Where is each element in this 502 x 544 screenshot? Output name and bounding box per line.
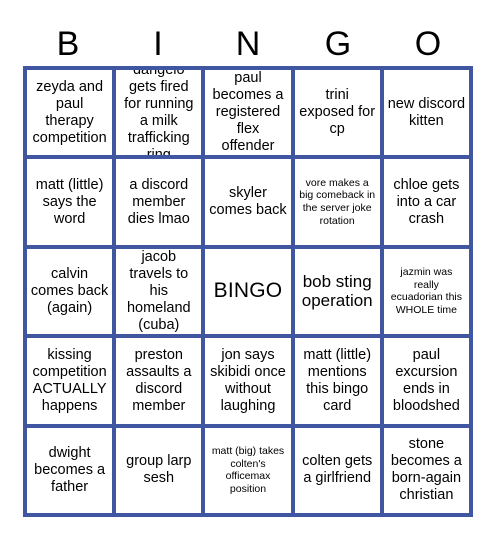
bingo-cell[interactable]: paul excursion ends in bloodshed bbox=[383, 338, 469, 424]
bingo-cell-text: new discord kitten bbox=[387, 95, 466, 129]
bingo-cell[interactable]: vore makes a big comeback in the server … bbox=[294, 159, 380, 245]
bingo-cell-text: stone becomes a born-again christian bbox=[390, 436, 462, 504]
bingo-cell-text: paul excursion ends in bloodshed bbox=[392, 346, 460, 414]
bingo-cell-text: kissing competition ACTUALLY happens bbox=[32, 346, 107, 414]
bingo-cell-free-space[interactable]: BINGO bbox=[205, 248, 291, 335]
bingo-grid: zeyda and paul therapy competition dange… bbox=[23, 66, 473, 517]
bingo-cell-text: calvin comes back (again) bbox=[30, 266, 109, 316]
bingo-cell-text: trini exposed for cp bbox=[299, 87, 376, 138]
bingo-cell[interactable]: group larp sesh bbox=[116, 427, 202, 513]
bingo-cell[interactable]: dangelo gets fired for running a milk tr… bbox=[116, 70, 202, 156]
bingo-cell[interactable]: matt (little) says the word bbox=[27, 159, 113, 245]
bingo-cell-text: jazmin was really ecuadorian this WHOLE … bbox=[390, 265, 462, 317]
bingo-cell[interactable]: chloe gets into a car crash bbox=[383, 159, 469, 245]
bingo-header-letter-o: O bbox=[414, 25, 442, 63]
bingo-cell[interactable]: matt (little) mentions this bingo card bbox=[294, 338, 380, 424]
bingo-cell[interactable]: zeyda and paul therapy competition bbox=[27, 70, 113, 156]
bingo-cell[interactable]: a discord member dies lmao bbox=[116, 159, 202, 245]
bingo-cell[interactable]: colten gets a girlfriend bbox=[294, 427, 380, 513]
bingo-cell[interactable]: jazmin was really ecuadorian this WHOLE … bbox=[383, 248, 469, 335]
bingo-cell-text: zeyda and paul therapy competition bbox=[32, 78, 107, 146]
bingo-cell-text: dwight becomes a father bbox=[34, 444, 106, 495]
bingo-cell-text: group larp sesh bbox=[126, 453, 192, 487]
bingo-cell-text: paul becomes a registered flex offender bbox=[212, 70, 284, 155]
bingo-cell-text: preston assaults a discord member bbox=[126, 346, 192, 414]
bingo-cell[interactable]: calvin comes back (again) bbox=[27, 248, 113, 335]
bingo-cell-text: colten gets a girlfriend bbox=[302, 453, 373, 487]
bingo-cell-text: a discord member dies lmao bbox=[127, 176, 190, 227]
bingo-cell-text: jon says skibidi once without laughing bbox=[210, 346, 286, 414]
bingo-cell-text: bob sting operation bbox=[301, 271, 373, 311]
bingo-cell-text: vore makes a big comeback in the server … bbox=[299, 176, 376, 227]
bingo-cell-text: dangelo gets fired for running a milk tr… bbox=[124, 70, 194, 156]
bingo-header-letter-n: N bbox=[235, 25, 261, 63]
bingo-cell-text: matt (little) mentions this bingo card bbox=[303, 346, 372, 414]
bingo-header-row: B I N G O bbox=[23, 22, 473, 66]
bingo-cell[interactable]: dwight becomes a father bbox=[27, 427, 113, 513]
bingo-cell[interactable]: stone becomes a born-again christian bbox=[383, 427, 469, 513]
bingo-header-letter-b: B bbox=[56, 25, 80, 63]
bingo-cell[interactable]: jacob travels to his homeland (cuba) bbox=[116, 248, 202, 335]
bingo-cell[interactable]: matt (big) takes colten's officemax posi… bbox=[205, 427, 291, 513]
bingo-cell[interactable]: paul becomes a registered flex offender bbox=[205, 70, 291, 156]
bingo-cell-text: skyler comes back bbox=[209, 185, 287, 219]
bingo-header-letter-i: I bbox=[153, 25, 163, 63]
bingo-cell[interactable]: preston assaults a discord member bbox=[116, 338, 202, 424]
bingo-cell-text: matt (little) says the word bbox=[35, 176, 104, 227]
bingo-cell[interactable]: skyler comes back bbox=[205, 159, 291, 245]
bingo-cell-text: chloe gets into a car crash bbox=[393, 176, 460, 227]
bingo-card: B I N G O zeyda and paul therapy competi… bbox=[0, 0, 502, 544]
bingo-cell-text: matt (big) takes colten's officemax posi… bbox=[211, 444, 285, 496]
bingo-cell-text: BINGO bbox=[213, 279, 283, 303]
bingo-cell-text: jacob travels to his homeland (cuba) bbox=[126, 249, 191, 333]
bingo-cell[interactable]: jon says skibidi once without laughing bbox=[205, 338, 291, 424]
bingo-cell[interactable]: kissing competition ACTUALLY happens bbox=[27, 338, 113, 424]
bingo-header-letter-g: G bbox=[324, 25, 352, 63]
bingo-cell[interactable]: new discord kitten bbox=[383, 70, 469, 156]
bingo-cell[interactable]: bob sting operation bbox=[294, 248, 380, 335]
bingo-cell[interactable]: trini exposed for cp bbox=[294, 70, 380, 156]
